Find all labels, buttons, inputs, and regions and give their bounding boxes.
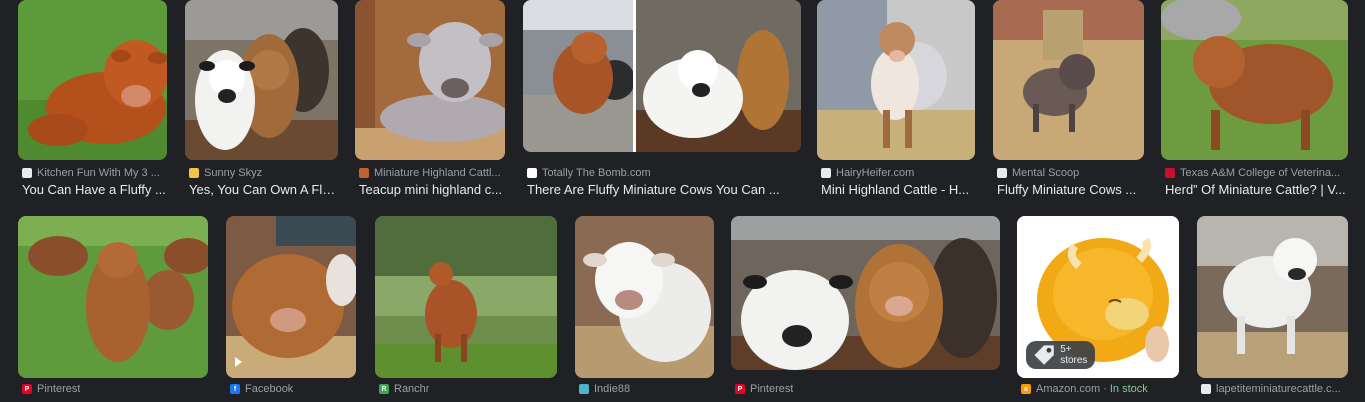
image-result-card[interactable]: Mental Scoop Fluffy Miniature Cows ... [993, 0, 1145, 200]
result-thumbnail[interactable] [226, 216, 356, 378]
result-source[interactable]: HairyHeifer.com [821, 166, 914, 180]
result-thumbnail[interactable] [185, 0, 338, 160]
source-name: Totally The Bomb.com [542, 167, 651, 179]
source-name: Pinterest [37, 383, 81, 395]
result-source[interactable]: lapetiteminiaturecattle.c... [1201, 382, 1341, 396]
result-source[interactable]: Miniature Highland Cattl... [359, 166, 501, 180]
image-result-card[interactable]: 5+ stores a Amazon.com · In stock [1017, 216, 1181, 402]
image-result-card[interactable]: P Pinterest [18, 216, 210, 402]
site-favicon [22, 168, 32, 178]
site-favicon: P [735, 384, 745, 394]
ginger-calf-grass-photo [1161, 0, 1348, 160]
result-title[interactable]: Fluffy Miniature Cows ... [997, 182, 1143, 198]
stock-status: In stock [1109, 383, 1148, 395]
white-calf-photo [575, 216, 714, 378]
source-name: Amazon.com [1036, 383, 1101, 395]
site-favicon [359, 168, 369, 178]
image-result-card[interactable]: Sunny Skyz Yes, You Can Own A Flu... [185, 0, 340, 200]
grey-calf-photo [355, 0, 505, 160]
image-result-card[interactable]: lapetiteminiaturecattle.c... [1197, 216, 1353, 402]
source-name: Facebook [245, 383, 294, 395]
result-thumbnail[interactable] [817, 0, 975, 160]
site-favicon [821, 168, 831, 178]
result-title[interactable]: Yes, You Can Own A Flu... [189, 182, 339, 198]
result-source[interactable]: R Ranchr [379, 382, 429, 396]
highland-calves-photo [185, 0, 338, 160]
result-title[interactable]: Mini Highland Cattle - H... [821, 182, 975, 198]
shopping-badge: 5+ stores [1026, 340, 1096, 369]
image-result-card[interactable]: Kitchen Fun With My 3 ... You Can Have a… [18, 0, 170, 200]
play-icon [235, 357, 242, 367]
result-title[interactable]: There Are Fluffy Miniature Cows You Can … [527, 182, 801, 198]
source-name: Mental Scoop [1012, 167, 1080, 179]
three-calves-photo [731, 216, 1000, 370]
site-favicon: f [230, 384, 240, 394]
calves-collage-photo [523, 0, 801, 152]
fluffy-calf-video-thumbnail [226, 216, 356, 378]
result-title[interactable]: You Can Have a Fluffy ... [22, 182, 168, 198]
result-title[interactable]: Teacup mini highland c... [359, 182, 505, 198]
site-favicon [997, 168, 1007, 178]
site-favicon [189, 168, 199, 178]
calf-herd-photo [18, 216, 208, 378]
result-source[interactable]: Indie88 [579, 382, 630, 396]
image-result-card[interactable]: P Pinterest [731, 216, 1001, 402]
result-thumbnail[interactable] [993, 0, 1144, 160]
result-source[interactable]: Kitchen Fun With My 3 ... [22, 166, 160, 180]
result-source[interactable]: Texas A&M College of Veterina... [1165, 166, 1340, 180]
site-favicon [579, 384, 589, 394]
result-source[interactable]: Sunny Skyz [189, 166, 262, 180]
spotted-calf-photo [817, 0, 975, 160]
site-favicon [1201, 384, 1211, 394]
source-name: Texas A&M College of Veterina... [1180, 167, 1341, 179]
result-thumbnail[interactable] [731, 216, 1000, 370]
result-thumbnail[interactable] [523, 0, 801, 152]
source-name: Kitchen Fun With My 3 ... [37, 167, 160, 179]
source-name: Ranchr [394, 383, 430, 395]
white-calf-standing-photo [1197, 216, 1348, 378]
shopping-tag-icon [1034, 345, 1054, 365]
result-thumbnail[interactable] [575, 216, 714, 378]
result-thumbnail[interactable] [1197, 216, 1348, 378]
image-result-card[interactable]: R Ranchr [375, 216, 559, 402]
result-source[interactable]: P Pinterest [22, 382, 80, 396]
site-favicon: a [1021, 384, 1031, 394]
source-name: Miniature Highland Cattl... [374, 167, 501, 179]
image-result-card[interactable]: Miniature Highland Cattl... Teacup mini … [355, 0, 507, 200]
dun-calf-photo [993, 0, 1144, 160]
site-favicon [527, 168, 537, 178]
result-thumbnail[interactable] [1161, 0, 1348, 160]
site-favicon: P [22, 384, 32, 394]
site-favicon: R [379, 384, 389, 394]
result-title[interactable]: Herd” Of Miniature Cattle? | V... [1165, 182, 1351, 198]
source-name: Sunny Skyz [204, 167, 263, 179]
source-name: HairyHeifer.com [836, 167, 915, 179]
result-thumbnail[interactable] [375, 216, 557, 378]
image-result-card[interactable]: Texas A&M College of Veterina... Herd” O… [1161, 0, 1353, 200]
image-result-card[interactable]: HairyHeifer.com Mini Highland Cattle - H… [817, 0, 977, 200]
highland-calf-photo [18, 0, 167, 160]
result-thumbnail[interactable] [18, 216, 208, 378]
store-count: 5+ stores [1060, 343, 1088, 366]
site-favicon [1165, 168, 1175, 178]
source-name: lapetiteminiaturecattle.c... [1216, 383, 1341, 395]
calf-field-photo [375, 216, 557, 378]
result-source[interactable]: Totally The Bomb.com [527, 166, 651, 180]
result-source[interactable]: Mental Scoop [997, 166, 1079, 180]
image-result-card[interactable]: Indie88 [575, 216, 717, 402]
result-thumbnail[interactable] [355, 0, 505, 160]
image-result-card[interactable]: Totally The Bomb.com There Are Fluffy Mi… [523, 0, 803, 200]
result-thumbnail[interactable]: 5+ stores [1017, 216, 1179, 378]
result-source[interactable]: f Facebook [230, 382, 293, 396]
result-source[interactable]: a Amazon.com · In stock [1021, 382, 1148, 396]
source-name: Indie88 [594, 383, 631, 395]
image-result-card[interactable]: f Facebook [226, 216, 358, 402]
source-name: Pinterest [750, 383, 794, 395]
result-source[interactable]: P Pinterest [735, 382, 793, 396]
result-thumbnail[interactable] [18, 0, 167, 160]
